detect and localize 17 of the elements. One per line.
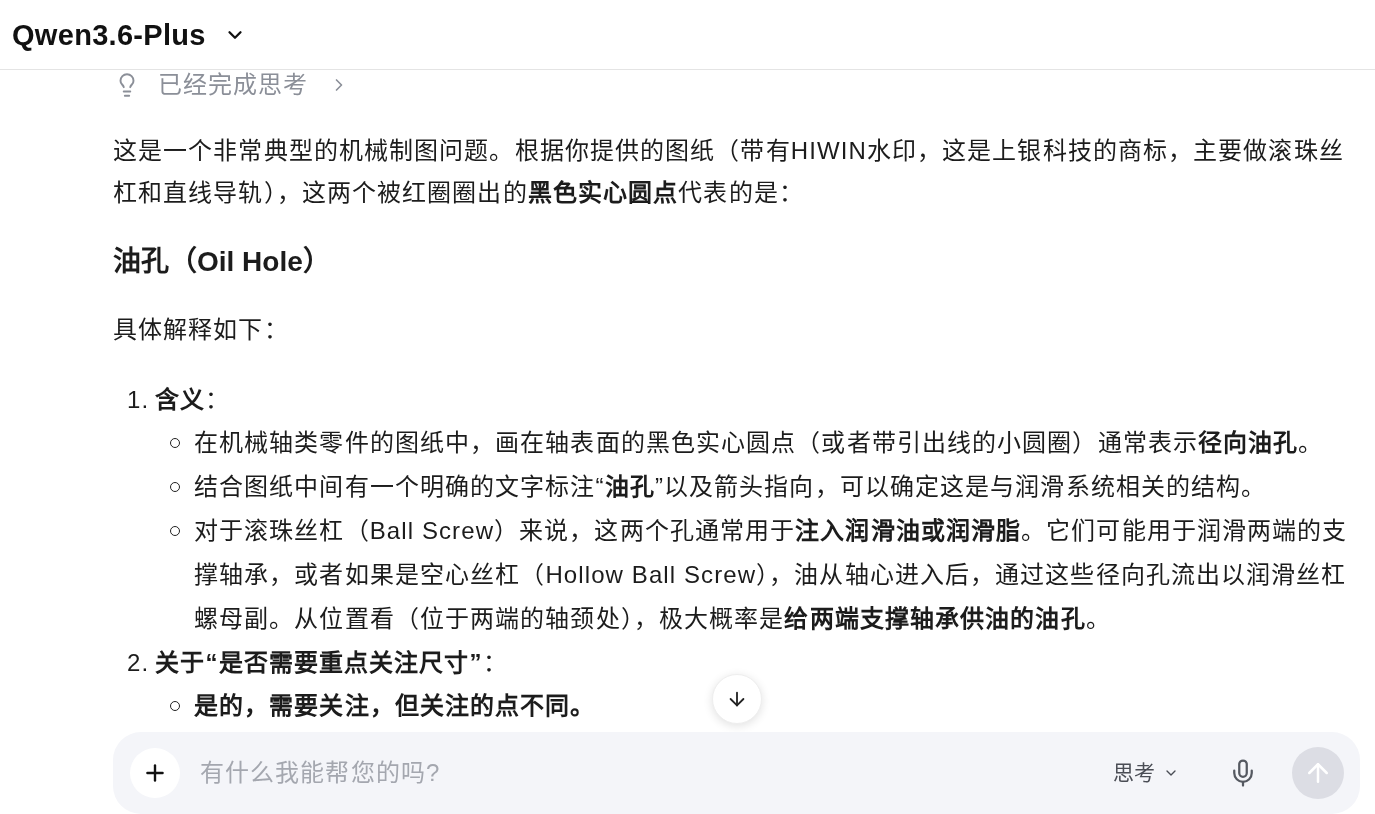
list-number: 1. bbox=[127, 385, 150, 415]
intro-paragraph: 这是一个非常典型的机械制图问题。根据你提供的图纸（带有HIWIN水印，这是上银科技的商标，主要做滚珠丝杠和直线导轨），这两个被红圈圈出的黑色实心圆点代表的是： bbox=[113, 136, 1345, 208]
list-item-title: 关于“是否需要重点关注尺寸”： bbox=[155, 648, 508, 678]
bullet-text: 对于滚珠丝杠（Ball Screw）来说，这两个孔通常用于注入润滑油或润滑脂。它们可能用于润滑两端的支撑轴承，或者如果是空心丝杠（Hollow Ball Screw），油从轴心进入后，通过这些径向孔流出以润滑丝杠螺母副。从位置看（位于两端的轴颈处），极大概率是给两端支撑轴承供油的油孔。 bbox=[194, 516, 1349, 634]
message-input[interactable]: 有什么我能帮您的吗? bbox=[200, 753, 1093, 793]
message-composer[interactable]: 有什么我能帮您的吗? 思考 bbox=[113, 732, 1360, 814]
scroll-down-button[interactable] bbox=[712, 674, 762, 724]
bullet-text: 结合图纸中间有一个明确的文字标注“油孔”以及箭头指向，可以确定这是与润滑系统相关的结构。 bbox=[194, 472, 1267, 502]
list-number: 2. bbox=[127, 648, 150, 678]
lead-text: 具体解释如下： bbox=[113, 315, 289, 345]
bullet-text: 在机械轴类零件的图纸中，画在轴表面的黑色实心圆点（或者带引出线的小圆圈）通常表示径向油孔。 bbox=[194, 428, 1324, 458]
add-button[interactable] bbox=[130, 748, 180, 798]
list-item-title: 含义： bbox=[155, 385, 231, 415]
bullet-text: 是的，需要关注，但关注的点不同。 bbox=[194, 691, 596, 721]
mode-dropdown[interactable]: 思考 bbox=[1113, 758, 1179, 788]
section-heading: 油孔（Oil Hole） bbox=[113, 245, 331, 279]
model-selector[interactable]: Qwen3.6-Plus bbox=[12, 15, 246, 54]
